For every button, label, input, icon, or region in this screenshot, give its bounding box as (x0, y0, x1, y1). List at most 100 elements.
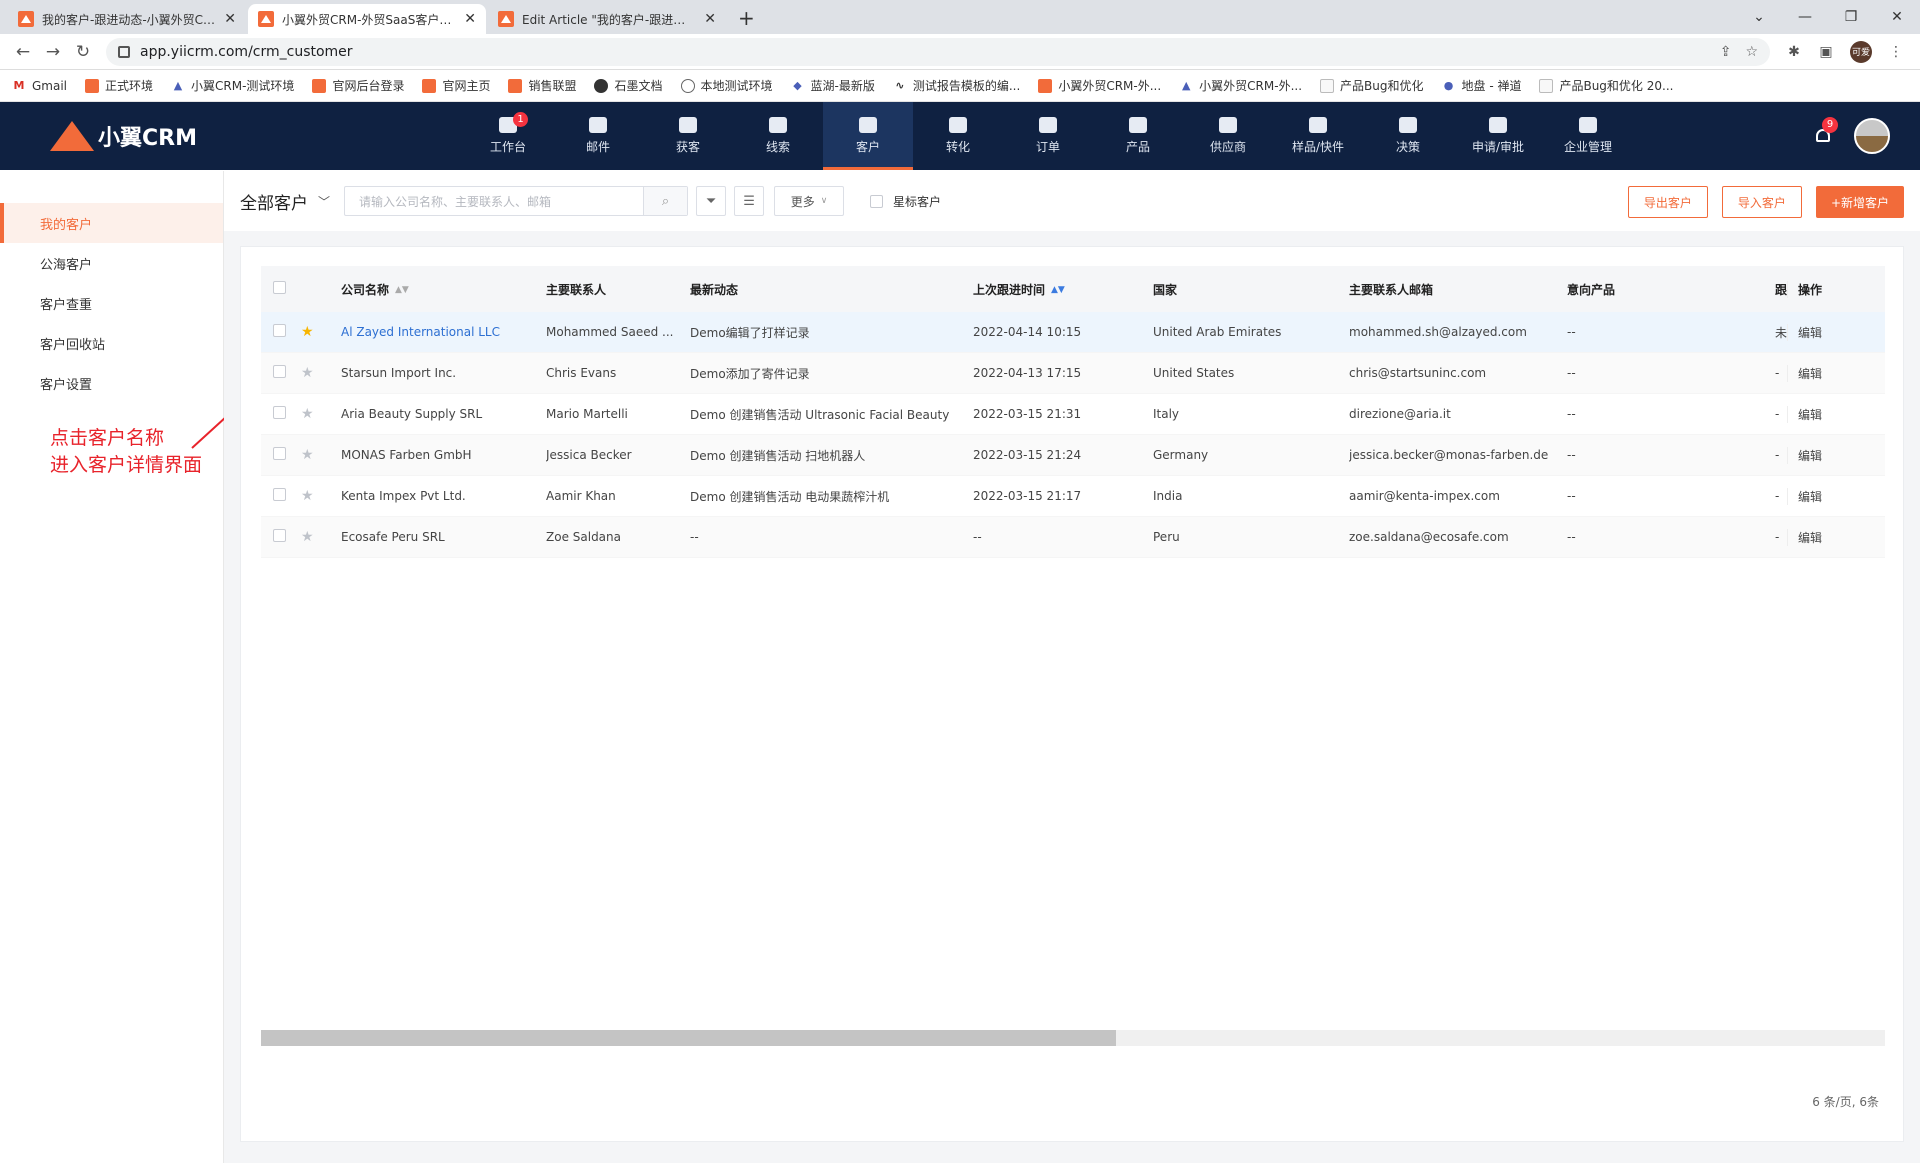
restore-icon[interactable]: ❐ (1828, 0, 1874, 34)
col-last-follow[interactable]: 上次跟进时间 ▲▼ (973, 281, 1153, 298)
bookmark-item[interactable]: ▲ 小翼CRM-测试环境 (171, 77, 295, 94)
extensions-icon[interactable]: ✱ (1778, 44, 1810, 60)
row-checkbox[interactable] (273, 365, 286, 378)
star-icon[interactable]: ★ (301, 365, 341, 381)
company-name-link[interactable]: Ecosafe Peru SRL (341, 530, 546, 544)
url-field[interactable]: app.yiicrm.com/crm_customer ⇪ ☆ (106, 37, 1770, 66)
bookmark-item[interactable]: 产品Bug和优化 (1320, 77, 1424, 94)
table-row[interactable]: ★ Al Zayed International LLC Mohammed Saee… (261, 312, 1885, 353)
bookmark-item[interactable]: M Gmail (12, 79, 68, 93)
table-row[interactable]: ★ MONAS Farben GmbH Jessica Becker Demo 创建销… (261, 435, 1885, 476)
bookmark-item[interactable]: ◆ 蓝湖-最新版 (791, 77, 875, 94)
edit-link[interactable]: 编辑 (1787, 446, 1885, 464)
company-name-link[interactable]: Kenta Impex Pvt Ltd. (341, 489, 546, 503)
close-tab-icon[interactable]: ✕ (704, 11, 716, 27)
bookmark-item[interactable]: ∿ 测试报告模板的编... (893, 77, 1020, 94)
close-tab-icon[interactable]: ✕ (224, 11, 236, 27)
row-checkbox[interactable] (273, 406, 286, 419)
star-icon[interactable]: ★ (301, 324, 341, 340)
nav-products[interactable]: 产品 (1093, 102, 1183, 170)
nav-conversion[interactable]: 转化 (913, 102, 1003, 170)
close-window-icon[interactable]: ✕ (1874, 0, 1920, 34)
minimize-icon[interactable]: — (1782, 0, 1828, 34)
star-icon[interactable]: ★ (301, 447, 341, 463)
row-checkbox[interactable] (273, 529, 286, 542)
select-all-checkbox[interactable] (273, 281, 286, 294)
row-checkbox[interactable] (273, 324, 286, 337)
menu-icon[interactable]: ⋮ (1880, 44, 1912, 60)
nav-decision[interactable]: 决策 (1363, 102, 1453, 170)
bookmark-item[interactable]: 官网主页 (422, 77, 490, 94)
more-dropdown[interactable]: 更多 ∨ (774, 186, 845, 216)
company-name-link[interactable]: Aria Beauty Supply SRL (341, 407, 546, 421)
nav-workbench[interactable]: 工作台 1 (463, 102, 553, 170)
nav-mail[interactable]: 邮件 (553, 102, 643, 170)
edit-link[interactable]: 编辑 (1787, 364, 1885, 382)
table-row[interactable]: ★ Kenta Impex Pvt Ltd. Aamir Khan Demo 创建销售… (261, 476, 1885, 517)
col-company[interactable]: 公司名称 ▲▼ (341, 281, 546, 298)
table-row[interactable]: ★ Aria Beauty Supply SRL Mario Martelli Dem… (261, 394, 1885, 435)
star-filter-checkbox[interactable] (870, 194, 884, 208)
new-tab-icon[interactable]: + (728, 6, 765, 34)
edit-link[interactable]: 编辑 (1787, 405, 1885, 423)
table-row[interactable]: ★ Ecosafe Peru SRL Zoe Saldana -- -- Peru zoe.… (261, 517, 1885, 558)
edit-link[interactable]: 编辑 (1787, 528, 1885, 546)
reload-icon[interactable]: ↻ (68, 42, 98, 62)
browser-tab-active[interactable]: 小翼外贸CRM-外贸SaaS客户管理 ✕ (248, 4, 486, 34)
filter-icon[interactable]: ⏷ (696, 186, 727, 216)
settings-sliders-icon[interactable]: ☰ (734, 186, 765, 216)
search-input[interactable]: 请输入公司名称、主要联系人、邮箱 (345, 187, 643, 215)
sort-icon[interactable]: ▲▼ (395, 285, 409, 295)
star-icon[interactable]: ★ (301, 488, 341, 504)
bookmark-item[interactable]: 本地测试环境 (680, 77, 773, 94)
back-icon[interactable]: ← (8, 42, 38, 62)
bookmark-star-icon[interactable]: ☆ (1745, 44, 1758, 60)
bookmark-item[interactable]: 石墨文档 (594, 77, 663, 94)
star-icon[interactable]: ★ (301, 406, 341, 422)
nav-orders[interactable]: 订单 (1003, 102, 1093, 170)
row-checkbox[interactable] (273, 488, 286, 501)
bookmark-item[interactable]: ● 地盘 - 禅道 (1442, 77, 1522, 94)
close-tab-icon[interactable]: ✕ (464, 11, 476, 27)
share-icon[interactable]: ⇪ (1720, 44, 1732, 60)
export-customers-button[interactable]: 导出客户 (1627, 186, 1708, 218)
sidepanel-icon[interactable]: ▣ (1810, 44, 1842, 60)
add-customer-button[interactable]: +新增客户 (1815, 186, 1904, 218)
bookmark-item[interactable]: 销售联盟 (508, 77, 576, 94)
scrollbar-thumb[interactable] (261, 1030, 1116, 1046)
search-icon[interactable]: ⌕ (643, 187, 688, 215)
bookmark-item[interactable]: 正式环境 (85, 77, 153, 94)
user-avatar[interactable] (1854, 118, 1890, 154)
app-logo[interactable]: 小翼CRM (0, 120, 220, 152)
bookmark-item[interactable]: ▲ 小翼外贸CRM-外... (1179, 77, 1302, 94)
nav-leads[interactable]: 线索 (733, 102, 823, 170)
nav-samples[interactable]: 样品/快件 (1273, 102, 1363, 170)
scope-dropdown[interactable]: 全部客户 ﹀ (240, 189, 330, 214)
company-name-link[interactable]: Al Zayed International LLC (341, 325, 546, 339)
company-name-link[interactable]: MONAS Farben GmbH (341, 448, 546, 462)
bookmark-item[interactable]: 产品Bug和优化 20... (1539, 77, 1673, 94)
nav-approval[interactable]: 申请/审批 (1453, 102, 1543, 170)
notification-bell-icon[interactable]: 9 (1812, 117, 1838, 147)
nav-customers[interactable]: 客户 (823, 102, 913, 170)
table-row[interactable]: ★ Starsun Import Inc. Chris Evans Demo添加了寄件… (261, 353, 1885, 394)
star-filter[interactable]: 星标客户 (870, 193, 941, 210)
browser-tab[interactable]: Edit Article "我的客户-跟进动态 ✕ (488, 4, 726, 34)
company-name-link[interactable]: Starsun Import Inc. (341, 366, 546, 380)
nav-suppliers[interactable]: 供应商 (1183, 102, 1273, 170)
profile-avatar[interactable]: 可爱 (1850, 40, 1872, 63)
nav-acquire[interactable]: 获客 (643, 102, 733, 170)
star-icon[interactable]: ★ (301, 529, 341, 545)
edit-link[interactable]: 编辑 (1787, 487, 1885, 505)
forward-icon[interactable]: → (38, 42, 68, 62)
nav-enterprise[interactable]: 企业管理 (1543, 102, 1633, 170)
browser-tab[interactable]: 我的客户-跟进动态-小翼外贸CRM ✕ (8, 4, 246, 34)
horizontal-scrollbar[interactable] (261, 1030, 1885, 1046)
tab-search-icon[interactable]: ⌄ (1736, 0, 1782, 34)
bookmark-item[interactable]: 小翼外贸CRM-外... (1038, 77, 1161, 94)
edit-link[interactable]: 编辑 (1787, 323, 1885, 341)
import-customers-button[interactable]: 导入客户 (1721, 186, 1802, 218)
bookmark-item[interactable]: 官网后台登录 (312, 77, 404, 94)
sort-icon[interactable]: ▲▼ (1051, 285, 1065, 295)
row-checkbox[interactable] (273, 447, 286, 460)
